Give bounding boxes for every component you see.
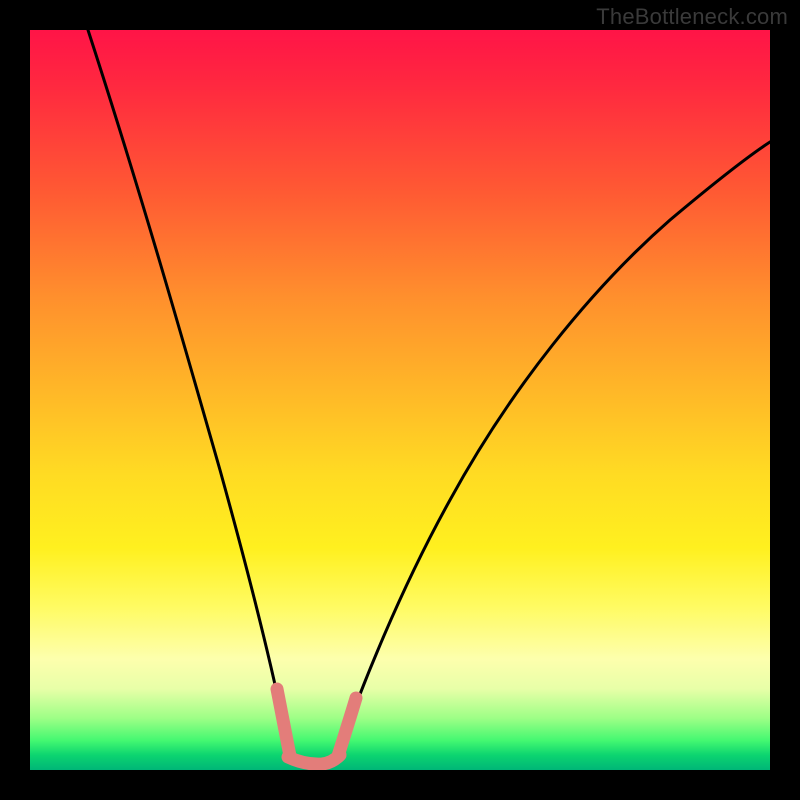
highlight-left — [277, 689, 290, 756]
curve-right-branch — [338, 142, 770, 754]
curve-floor — [289, 754, 338, 763]
highlight-bottom — [288, 755, 340, 764]
plot-area — [30, 30, 770, 770]
curve-layer — [30, 30, 770, 770]
curve-left-branch — [88, 30, 289, 754]
watermark-text: TheBottleneck.com — [596, 4, 788, 30]
highlight-right — [338, 698, 356, 756]
chart-stage: TheBottleneck.com — [0, 0, 800, 800]
